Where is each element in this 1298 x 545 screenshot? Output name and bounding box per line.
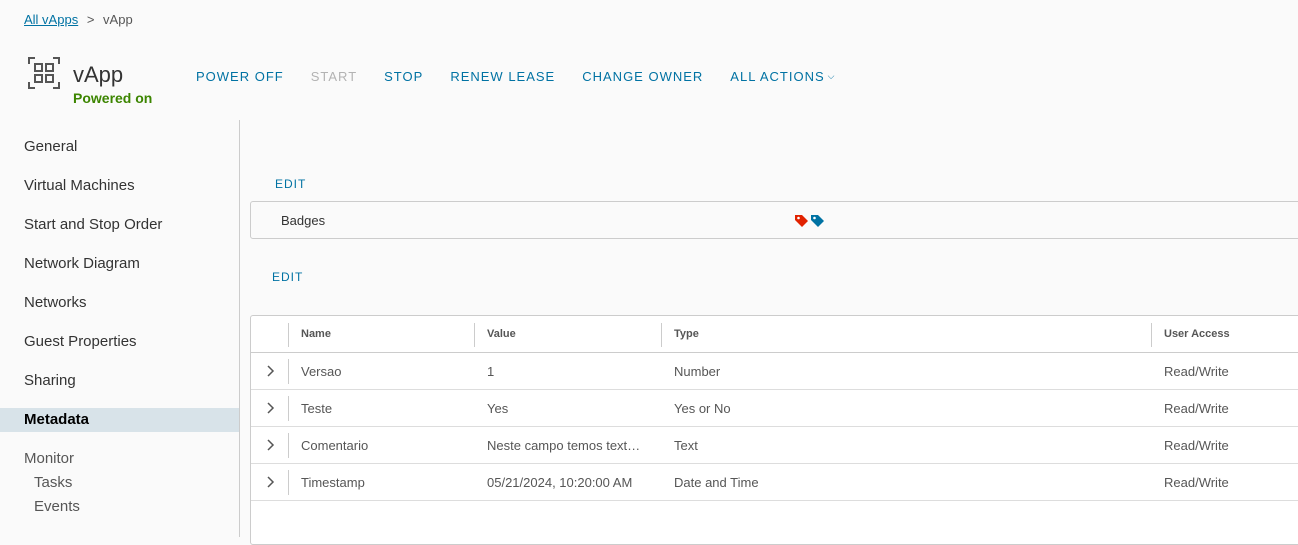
chevron-right-icon[interactable] [263, 400, 279, 416]
start-button[interactable]: START [311, 69, 357, 84]
chevron-right-icon[interactable] [263, 474, 279, 490]
stop-button[interactable]: STOP [384, 69, 423, 84]
table-row: Teste Yes Yes or No Read/Write [251, 390, 1298, 427]
metadata-table: Name Value Type User Access Versao 1 Num… [250, 315, 1298, 545]
cell-value: Yes [487, 401, 509, 416]
breadcrumb-current: vApp [103, 12, 133, 27]
cell-value: 05/21/2024, 10:20:00 AM [487, 475, 633, 490]
column-header-type[interactable]: Type [674, 328, 699, 340]
sidebar-item-guest-properties[interactable]: Guest Properties [0, 330, 239, 354]
sidebar-item-start-stop-order[interactable]: Start and Stop Order [0, 213, 239, 237]
power-off-button[interactable]: POWER OFF [196, 69, 284, 84]
breadcrumb-all-vapps-link[interactable]: All vApps [24, 12, 78, 27]
sidebar-item-sharing[interactable]: Sharing [0, 369, 239, 393]
renew-lease-button[interactable]: RENEW LEASE [450, 69, 555, 84]
action-bar: POWER OFF START STOP RENEW LEASE CHANGE … [196, 69, 862, 84]
column-header-value[interactable]: Value [487, 328, 516, 340]
row-separator [288, 433, 289, 458]
column-separator [474, 323, 475, 347]
column-separator [1151, 323, 1152, 347]
change-owner-button[interactable]: CHANGE OWNER [582, 69, 703, 84]
row-separator [288, 470, 289, 495]
row-separator [288, 396, 289, 421]
status-badge: Powered on [73, 90, 153, 106]
cell-name: Versao [301, 364, 342, 379]
cell-type: Number [674, 364, 721, 379]
badges-panel: Badges [250, 201, 1298, 239]
sidebar-item-general[interactable]: General [0, 135, 239, 159]
cell-type: Yes or No [674, 401, 731, 416]
sidebar-group-monitor: Monitor [24, 450, 75, 467]
all-actions-label: ALL ACTIONS [730, 69, 825, 84]
blue-tag-icon [811, 215, 824, 227]
cell-name: Comentario [301, 438, 369, 453]
column-separator [661, 323, 662, 347]
table-header: Name Value Type User Access [251, 316, 1298, 353]
breadcrumb-separator: > [86, 12, 95, 27]
cell-name: Teste [301, 401, 333, 416]
cell-type: Date and Time [674, 475, 759, 490]
cell-access: Read/Write [1164, 438, 1229, 453]
table-row: Comentario Neste campo temos text… Text … [251, 427, 1298, 464]
chevron-right-icon[interactable] [263, 363, 279, 379]
cell-access: Read/Write [1164, 401, 1229, 416]
chevron-right-icon[interactable] [263, 437, 279, 453]
sidebar-item-network-diagram[interactable]: Network Diagram [0, 252, 239, 276]
column-header-user-access[interactable]: User Access [1164, 328, 1230, 340]
table-row: Versao 1 Number Read/Write [251, 353, 1298, 390]
all-actions-button[interactable]: ALL ACTIONS ⌵ [730, 69, 835, 84]
sidebar-item-events[interactable]: Events [0, 495, 239, 519]
cell-access: Read/Write [1164, 475, 1229, 490]
breadcrumb: All vApps > vApp [24, 12, 133, 27]
column-header-name[interactable]: Name [301, 328, 331, 340]
sidebar-nav: General Virtual Machines Start and Stop … [0, 120, 240, 537]
sidebar-item-virtual-machines[interactable]: Virtual Machines [0, 174, 239, 198]
cell-value: 1 [487, 364, 495, 379]
column-separator [288, 323, 289, 347]
cell-name: Timestamp [301, 475, 365, 490]
badges-edit-button[interactable]: EDIT [275, 177, 306, 191]
cell-type: Text [674, 438, 698, 453]
badges-label: Badges [281, 213, 326, 228]
vapp-icon [28, 57, 60, 89]
cell-value: Neste campo temos text… [487, 438, 641, 453]
red-tag-icon [795, 215, 808, 227]
chevron-down-icon: ⌵ [827, 71, 836, 81]
main-content: EDIT Badges EDIT Name Value Type User Ac… [241, 120, 1298, 545]
sidebar-item-tasks[interactable]: Tasks [0, 471, 239, 495]
badge-tags [794, 213, 826, 229]
sidebar-item-metadata[interactable]: Metadata [0, 408, 239, 432]
cell-access: Read/Write [1164, 364, 1229, 379]
metadata-edit-button[interactable]: EDIT [272, 270, 303, 284]
page-header: vApp Powered on POWER OFF START STOP REN… [24, 54, 1298, 110]
row-separator [288, 359, 289, 384]
table-row: Timestamp 05/21/2024, 10:20:00 AM Date a… [251, 464, 1298, 501]
sidebar-item-networks[interactable]: Networks [0, 291, 239, 315]
page-title: vApp [73, 62, 124, 87]
